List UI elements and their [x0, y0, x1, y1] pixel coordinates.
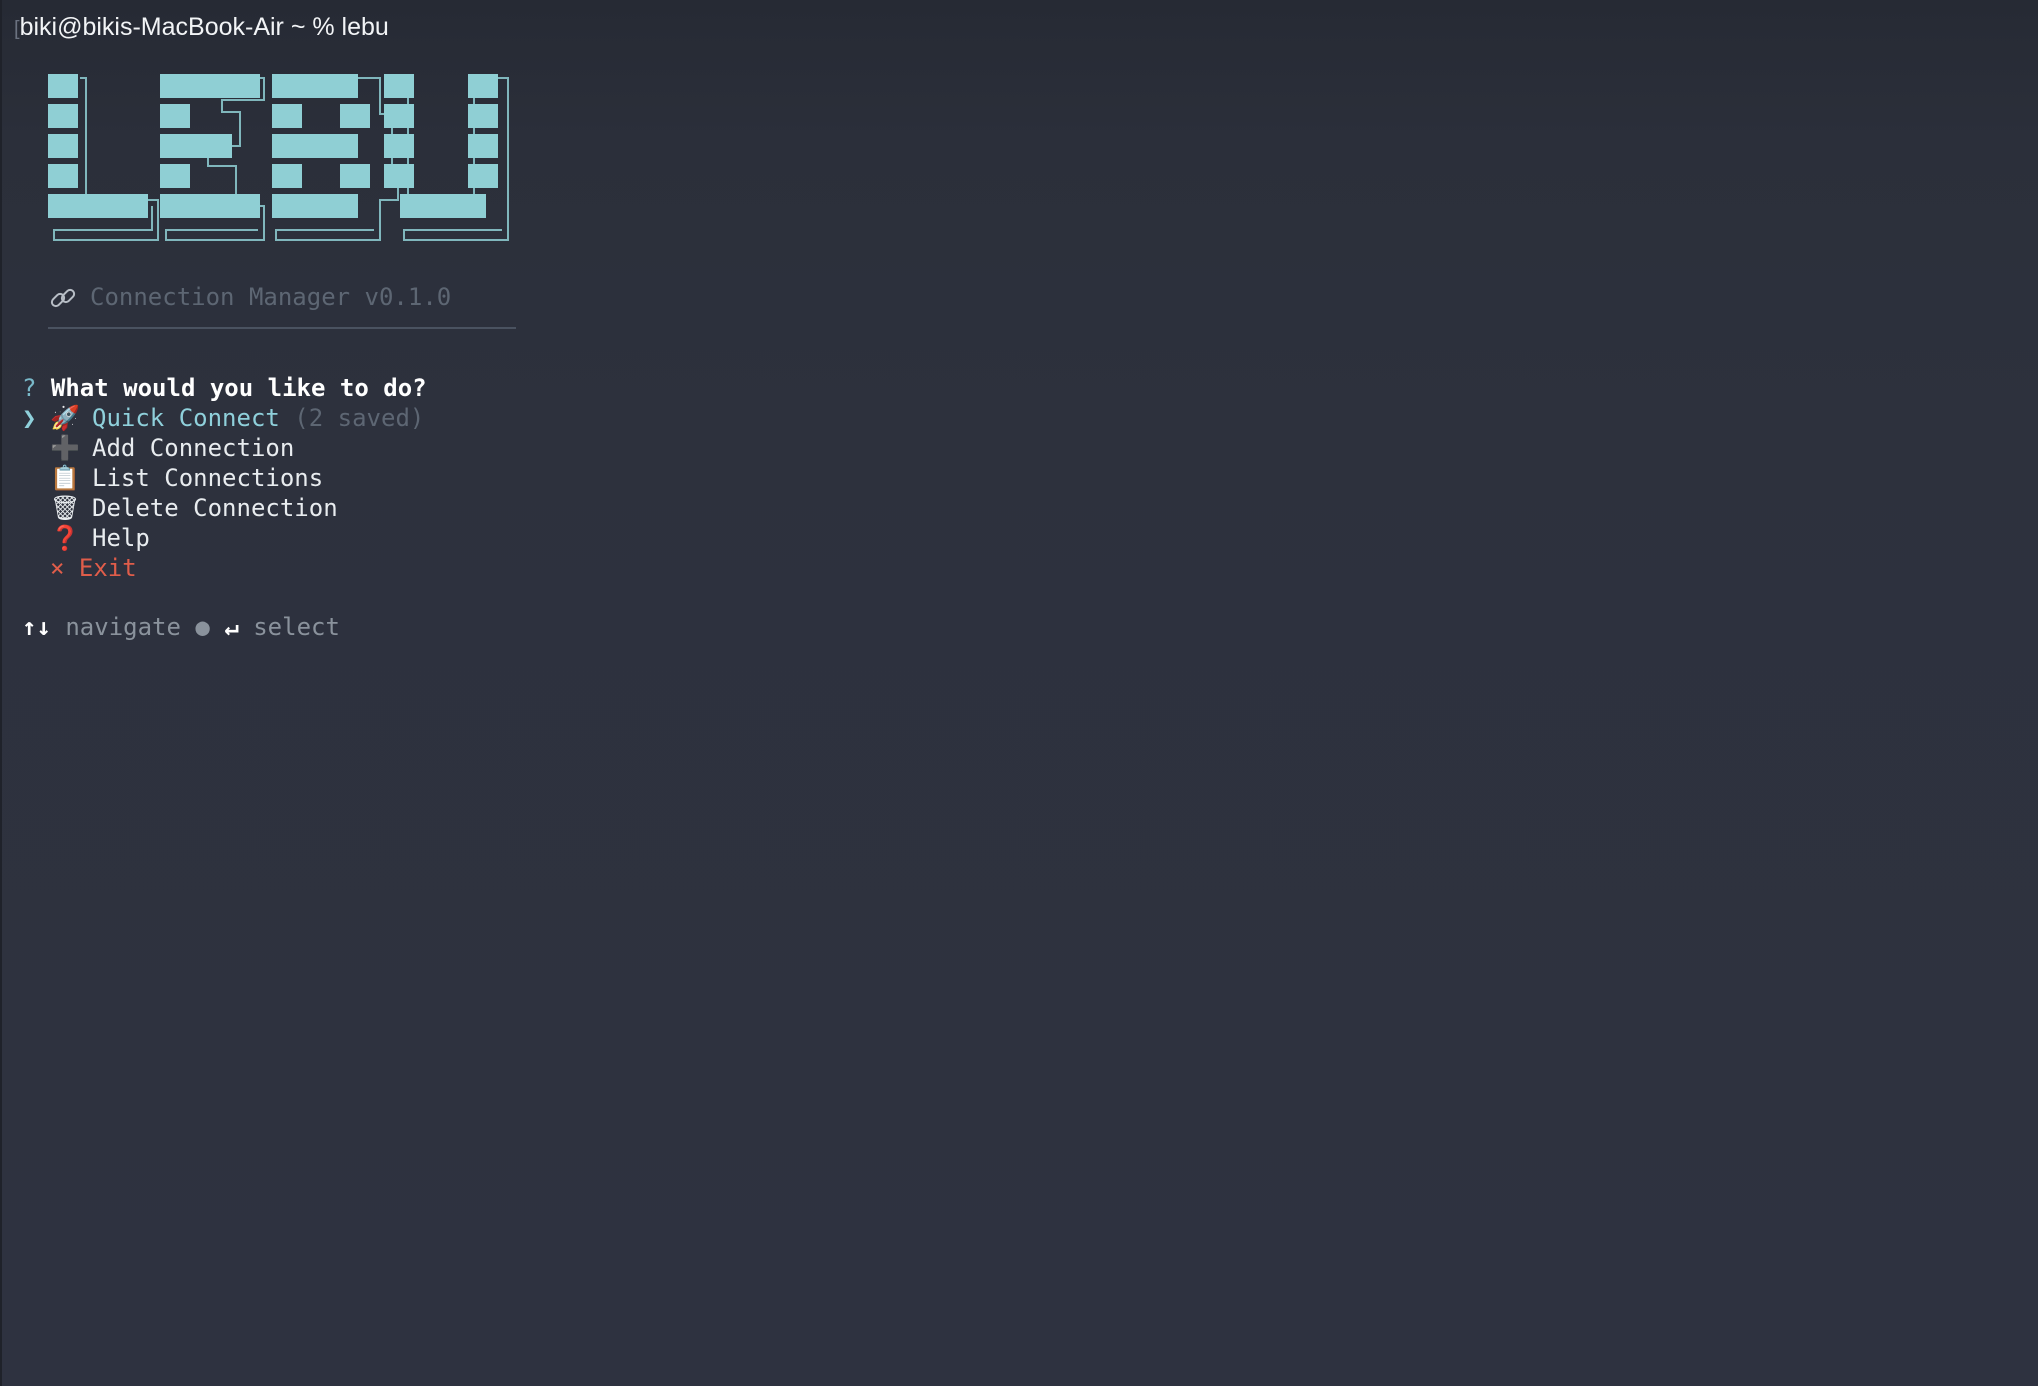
lebu-logo [48, 74, 509, 241]
menu-item-list-connections[interactable]: 📋 List Connections [22, 463, 323, 493]
bullet-separator: ● [195, 613, 210, 641]
select-hint: select [253, 613, 340, 641]
menu-question: ? What would you like to do? [22, 373, 427, 403]
divider [48, 327, 516, 329]
enter-key-icon: ↵ [224, 613, 239, 641]
menu-item-delete-connection[interactable]: 🗑 Delete Connection [22, 493, 338, 523]
subtitle-text: Connection Manager v0.1.0 [90, 283, 452, 311]
plus-icon: ➕ [50, 434, 80, 462]
menu-item-quick-connect[interactable]: ❯ 🚀 Quick Connect (2 saved) [22, 403, 424, 433]
app-subtitle: Connection Manager v0.1.0 [48, 282, 451, 313]
key-hints: ↑↓ navigate ● ↵ select [22, 612, 340, 642]
close-icon: × [50, 554, 65, 582]
clipboard-icon: 📋 [50, 464, 80, 492]
shell-prompt: [biki@bikis-MacBook-Air ~ % lebu [14, 12, 389, 44]
link-icon [50, 288, 76, 308]
menu-item-label: Delete Connection [92, 494, 338, 522]
selection-pointer-icon: ❯ [22, 404, 37, 432]
menu-item-help[interactable]: ❓ Help [22, 523, 150, 553]
question-text: What would you like to do? [50, 374, 427, 402]
menu-item-label: List Connections [92, 464, 324, 492]
question-mark: ? [22, 374, 37, 402]
menu-item-exit[interactable]: × Exit [22, 553, 137, 583]
arrow-keys-icon: ↑↓ [22, 613, 51, 641]
menu-item-add-connection[interactable]: ➕ Add Connection [22, 433, 294, 463]
menu-item-label: Exit [78, 554, 137, 582]
question-icon: ❓ [50, 524, 80, 552]
trash-icon: 🗑 [50, 494, 81, 522]
prompt-command: biki@bikis-MacBook-Air ~ % lebu [19, 13, 389, 41]
navigate-hint: navigate [65, 613, 181, 641]
menu-item-label: Add Connection [92, 434, 295, 462]
menu-item-label: Help [92, 524, 150, 552]
menu-item-label: Quick Connect [92, 404, 280, 432]
saved-count: (2 saved) [279, 404, 425, 432]
terminal-window: [biki@bikis-MacBook-Air ~ % lebu Connect… [0, 0, 2038, 1386]
rocket-icon: 🚀 [50, 404, 80, 432]
